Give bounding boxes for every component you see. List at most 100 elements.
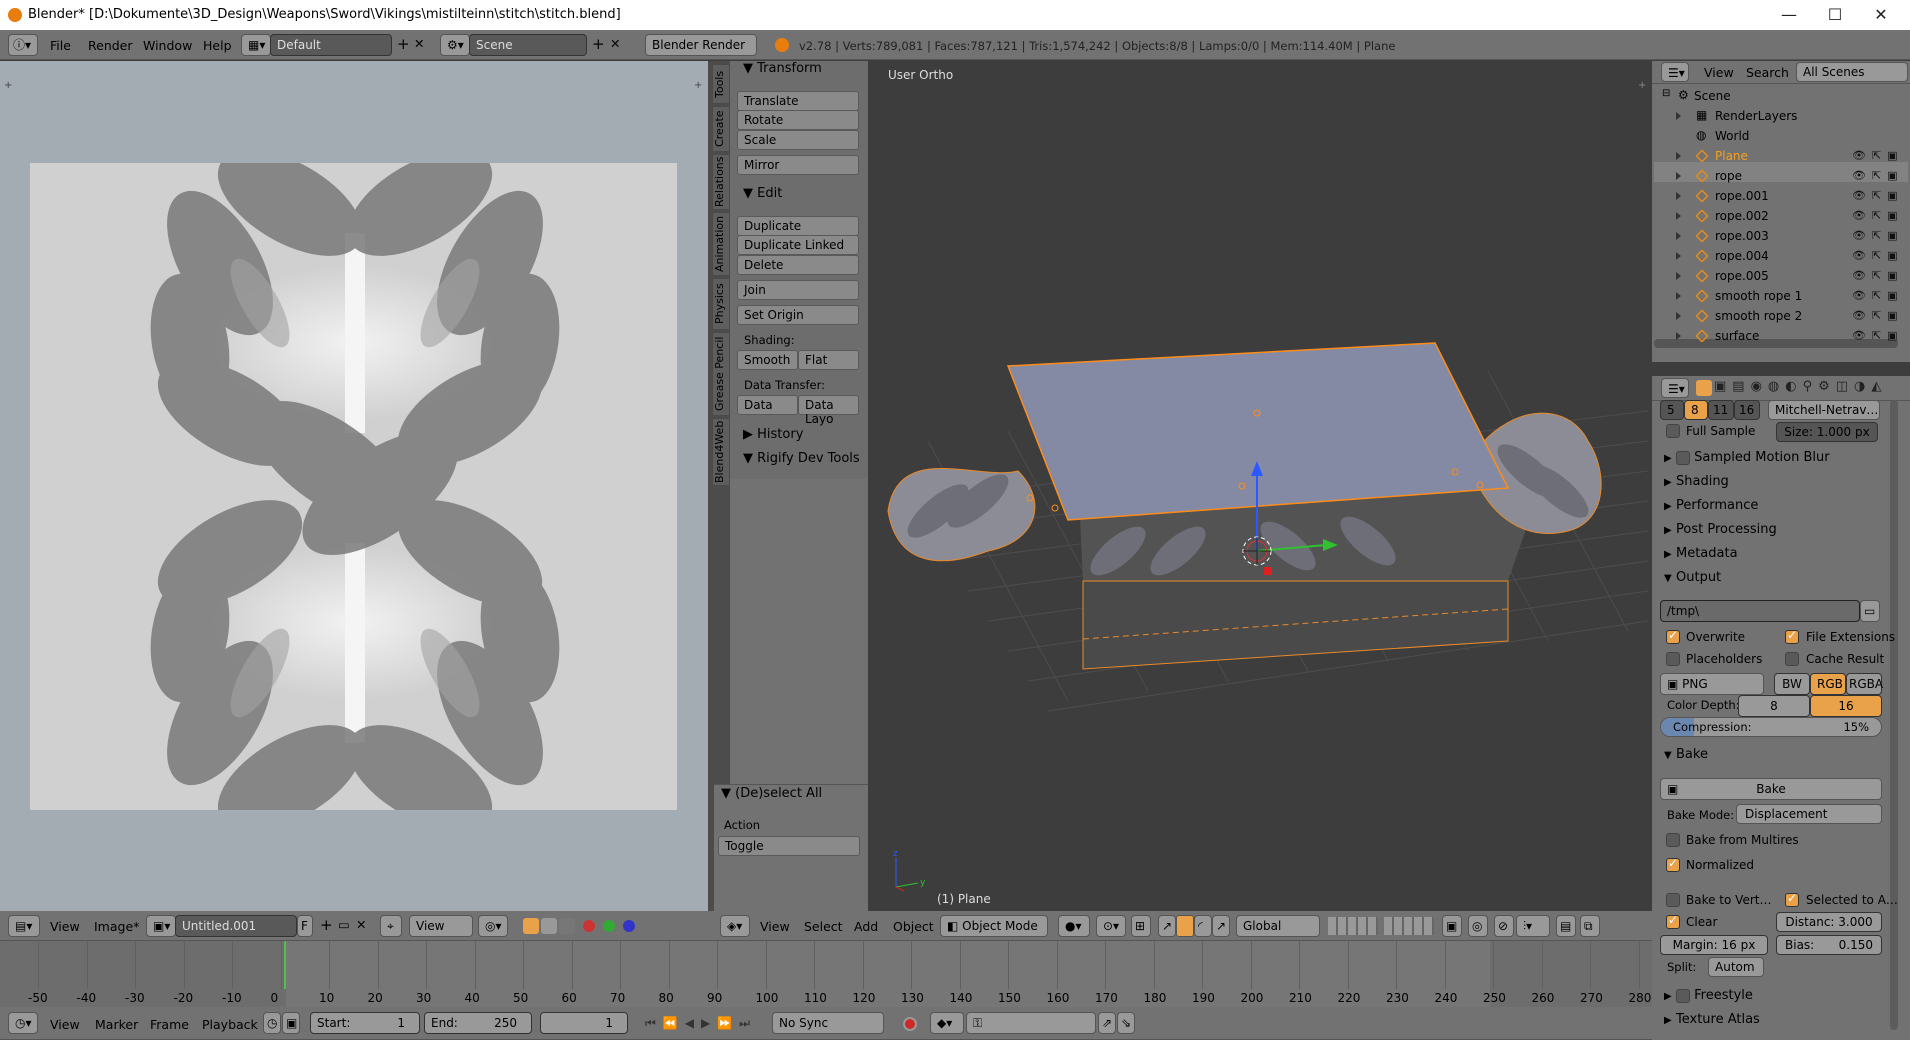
expand-icon[interactable] [1676,212,1681,220]
timeline-menu-marker[interactable]: Marker [95,1017,138,1032]
minimize-button[interactable]: — [1766,0,1812,30]
info-editor-type-button[interactable]: ⓘ▾ [8,34,38,56]
proportional-edit-icon[interactable]: ◎ [1468,915,1488,937]
outliner-row-renderlayers[interactable]: ▦ RenderLayers [1660,106,1910,126]
tab-relations[interactable]: Relations [712,154,730,210]
menu-help[interactable]: Help [203,38,232,53]
close-button[interactable]: ✕ [1858,0,1904,30]
visibility-icons[interactable]: 👁⇱▣ [1852,189,1904,202]
aa-sample-11[interactable]: 11 [1708,400,1734,420]
outliner-display-mode-select[interactable]: All Scenes [1796,62,1908,82]
scale-tool-icon[interactable]: ↗ [1212,915,1230,937]
outliner-row-rope005[interactable]: rope.005 👁⇱▣ [1660,266,1910,286]
delete-button[interactable]: Delete [737,255,859,275]
viewport-editor-type-icon[interactable]: ◈▾ [720,915,750,937]
expand-icon[interactable] [1676,192,1681,200]
maximize-button[interactable]: ☐ [1812,0,1858,30]
file-format-select[interactable]: ▣ PNG [1660,673,1764,695]
aa-sample-5[interactable]: 5 [1660,400,1684,420]
color-rgb-button[interactable]: RGB [1810,673,1846,695]
color-depth-16[interactable]: 16 [1810,695,1882,717]
visibility-icons[interactable]: 👁⇱▣ [1852,169,1904,182]
delete-keyframe-icon[interactable]: ⇘ [1117,1012,1135,1034]
distance-field[interactable]: Distanc: 3.000 [1776,912,1882,932]
bias-field[interactable]: Bias: 0.150 [1776,935,1882,955]
outliner-row-smooth-rope-1[interactable]: smooth rope 1 👁⇱▣ [1660,286,1910,306]
snap-icon[interactable]: ⊘ [1494,915,1514,937]
layout-name-field[interactable]: Default [270,34,392,56]
scale-button[interactable]: Scale [737,130,859,150]
z-buffer-icon[interactable] [559,918,575,934]
output-section[interactable]: ▼ Output [1664,570,1898,592]
outliner-row-plane[interactable]: Plane 👁⇱▣ [1660,146,1910,166]
history-section-header[interactable]: ▶ History [743,427,803,442]
insert-keyframe-icon[interactable]: ⇗ [1098,1012,1116,1034]
outliner-row-scene[interactable]: ⊟ ⚙ Scene [1660,86,1910,106]
color-depth-8[interactable]: 8 [1738,695,1810,717]
placeholders-checkbox[interactable] [1666,652,1680,666]
area-corner-icon[interactable]: + [694,80,704,91]
metadata-section[interactable]: ▶ Metadata [1664,546,1898,568]
visibility-icons[interactable]: 👁⇱▣ [1852,229,1904,242]
viewport-shading-icon[interactable]: ●▾ [1058,915,1090,937]
bake-button[interactable]: ▣ Bake [1660,778,1882,800]
edit-section-header[interactable]: ▼ Edit [743,186,782,201]
margin-field[interactable]: Margin: 16 px [1660,935,1768,955]
visibility-icons[interactable]: 👁⇱▣ [1852,249,1904,262]
scene-name-field[interactable]: Scene [469,34,587,56]
draw-channels-icon[interactable] [523,918,539,934]
expand-icon[interactable] [1676,332,1681,340]
expand-icon[interactable] [1676,112,1681,120]
set-origin-select[interactable]: Set Origin [737,305,859,325]
compression-slider[interactable]: Compression: 15% [1660,717,1882,737]
pin-icon[interactable]: ⌖ [380,915,402,937]
blue-channel-icon[interactable] [623,920,635,932]
menu-render[interactable]: Render [88,38,133,53]
outliner-row-smooth-rope-2[interactable]: smooth rope 2 👁⇱▣ [1660,306,1910,326]
size-field[interactable]: Size: 1.000 px [1776,422,1878,442]
mirror-button[interactable]: Mirror [737,155,859,175]
duplicate-linked-button[interactable]: Duplicate Linked [737,235,859,255]
rigify-section-header[interactable]: ▼ Rigify Dev Tools [743,451,860,466]
timeline-menu-frame[interactable]: Frame [150,1017,189,1032]
tab-grease-pencil[interactable]: Grease Pencil [712,332,730,416]
image-view-mode-select[interactable]: View [409,915,473,937]
layers-grid-icon-2[interactable] [1384,917,1434,935]
transform-section-header[interactable]: ▼ Transform [743,61,822,76]
new-image-icon[interactable]: + [320,916,333,934]
bake-section[interactable]: ▼ Bake [1664,747,1898,769]
expand-icon[interactable] [1676,312,1681,320]
properties-context-tabs[interactable]: ▣▤◉◍◐⚲⚙◫◑◭ [1714,379,1887,394]
bake-from-multires-checkbox[interactable] [1666,833,1680,847]
outliner-menu-search[interactable]: Search [1746,65,1789,80]
scale-manipulator-icon[interactable]: ◜ [1194,915,1212,937]
tab-animation[interactable]: Animation [712,212,730,276]
alpha-channel-icon[interactable] [541,918,557,934]
translate-button[interactable]: Translate [737,91,859,111]
render-preview-icon[interactable]: ▤ [1556,915,1576,937]
visibility-icons[interactable]: 👁⇱▣ [1852,289,1904,302]
split-select[interactable]: Autom [1708,957,1764,977]
expand-icon[interactable] [1676,272,1681,280]
remove-scene-icon[interactable]: ✕ [610,36,620,51]
snap-element-icon[interactable]: ⫶▾ [1516,915,1550,937]
smooth-button[interactable]: Smooth [737,350,798,370]
outliner-row-rope001[interactable]: rope.001 👁⇱▣ [1660,186,1910,206]
timeline-menu-view[interactable]: View [50,1017,80,1032]
selected-to-active-checkbox[interactable] [1785,891,1799,907]
render-tab-icon[interactable] [1696,380,1712,396]
current-frame-marker[interactable] [284,941,286,989]
scene-selector-icon[interactable]: ⚙▾ [440,34,470,56]
lock-layers-icon[interactable]: ▣ [1442,915,1462,937]
expand-icon[interactable] [1676,292,1681,300]
outliner-row-surface[interactable]: surface 👁⇱▣ [1660,326,1910,346]
performance-section[interactable]: ▶ Performance [1664,498,1898,520]
timeline-editor-type-icon[interactable]: ◷▾ [8,1012,38,1034]
outliner-editor-type-icon[interactable]: ☰▾ [1661,62,1689,82]
outliner-row-rope003[interactable]: rope.003 👁⇱▣ [1660,226,1910,246]
viewport-menu-select[interactable]: Select [804,919,843,934]
rotate-button[interactable]: Rotate [737,110,859,130]
playback-controls[interactable]: ⏮⏪◀▶⏩⏭ [645,1016,757,1031]
visibility-icons[interactable]: 👁⇱▣ [1852,149,1904,162]
outliner-row-rope004[interactable]: rope.004 👁⇱▣ [1660,246,1910,266]
